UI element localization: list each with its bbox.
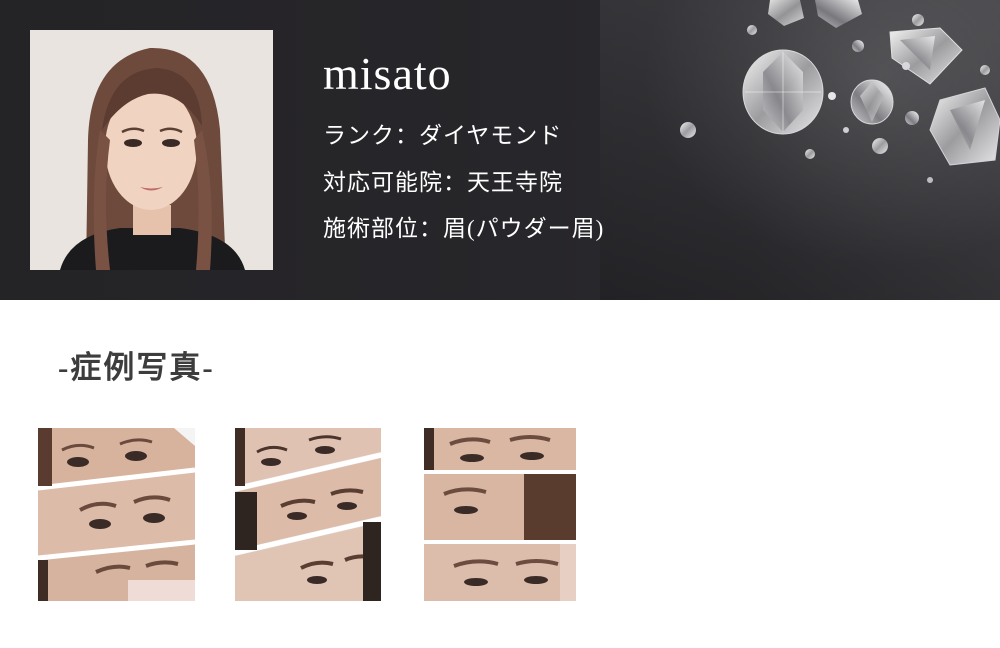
diamond-mid: [850, 79, 894, 125]
diamond-right: [929, 87, 1000, 166]
diamond-background-image: [600, 0, 1000, 300]
case-photo-3[interactable]: [424, 428, 576, 601]
case-photo-1[interactable]: [38, 428, 195, 601]
case-photo-2[interactable]: [235, 428, 381, 601]
profile-header: misato ランク：ダイヤモンド 対応可能院：天王寺院 施術部位：眉(パウダー…: [0, 0, 1000, 300]
diamond-top-right: [889, 27, 963, 85]
staff-name: misato: [323, 48, 452, 99]
diamond-large: [742, 49, 824, 135]
staff-profile-page: misato ランク：ダイヤモンド 対応可能院：天王寺院 施術部位：眉(パウダー…: [0, 0, 1000, 648]
staff-treatment-area: 施術部位：眉(パウダー眉): [323, 216, 605, 241]
staff-portrait-photo: [30, 30, 273, 270]
case-photos-heading: -症例写真-: [58, 350, 215, 385]
staff-clinic: 対応可能院：天王寺院: [323, 170, 563, 195]
staff-rank: ランク：ダイヤモンド: [323, 123, 563, 148]
